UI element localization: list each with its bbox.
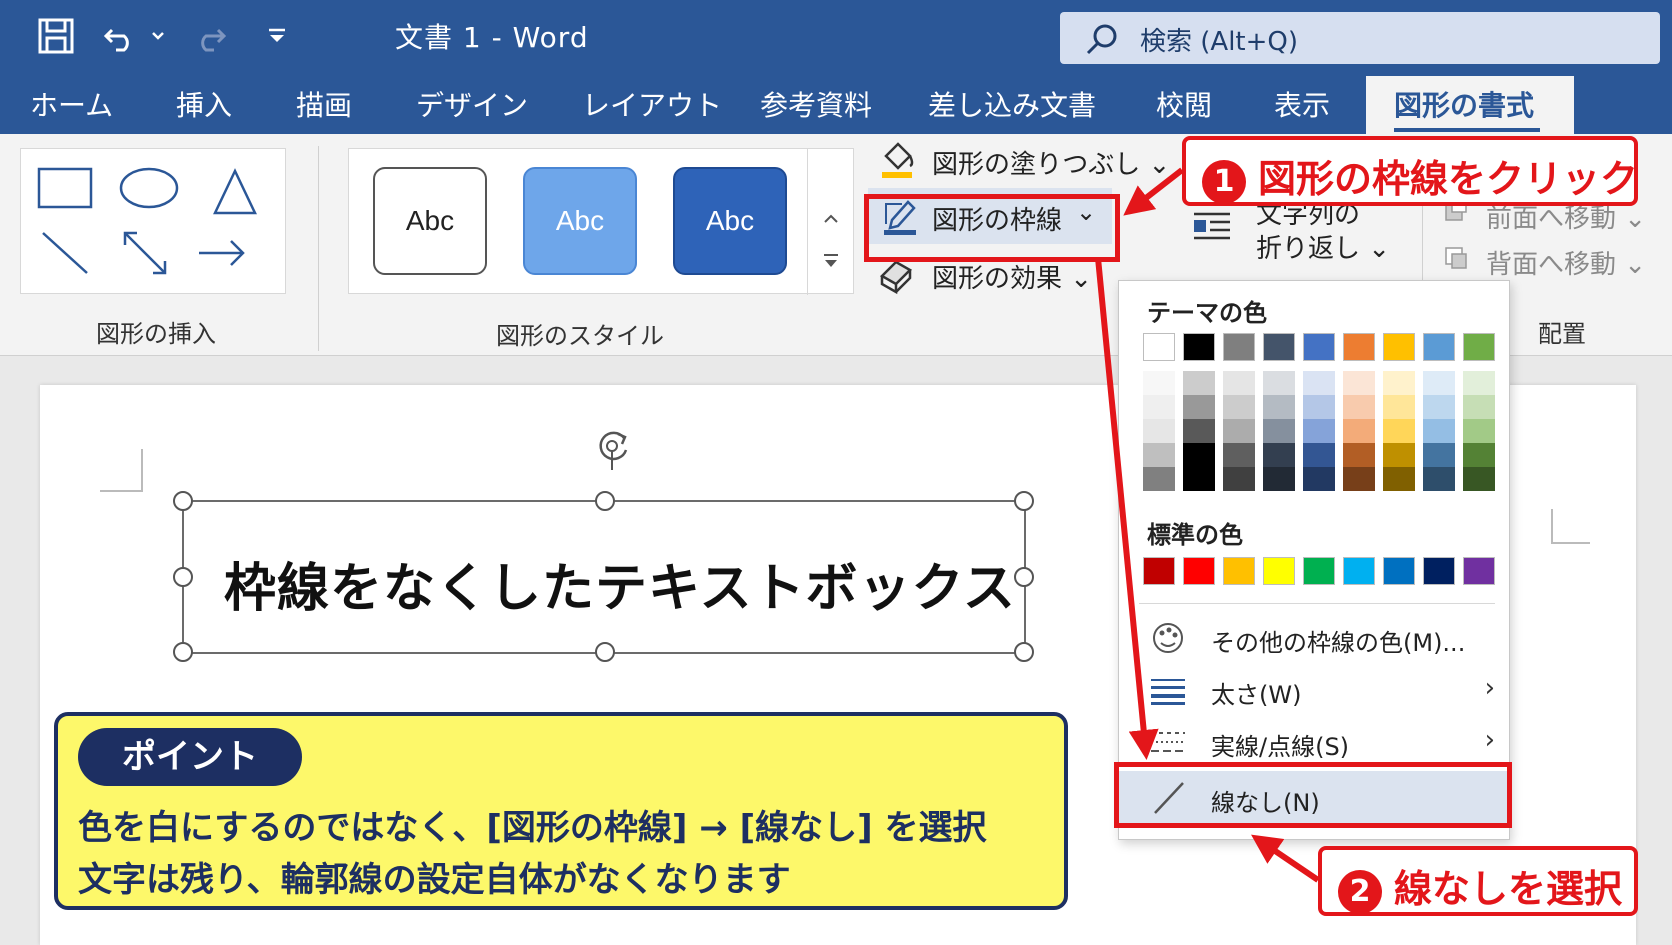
highlight-outline-button (864, 194, 1120, 262)
arrow-to-no-outline (1095, 257, 1159, 760)
highlight-no-outline (1114, 762, 1512, 828)
step2-callout: 2 線なしを選択 (1318, 846, 1638, 916)
step2-text: 線なしを選択 (1394, 867, 1623, 911)
arrow-to-outline-button (1123, 167, 1184, 216)
step1-number: 1 (1202, 159, 1246, 204)
step2-number: 2 (1338, 869, 1382, 914)
step1-callout: 1 図形の枠線をクリック (1182, 136, 1638, 206)
step1-text: 図形の枠線をクリック (1258, 157, 1639, 201)
arrow-from-step2 (1251, 834, 1320, 883)
